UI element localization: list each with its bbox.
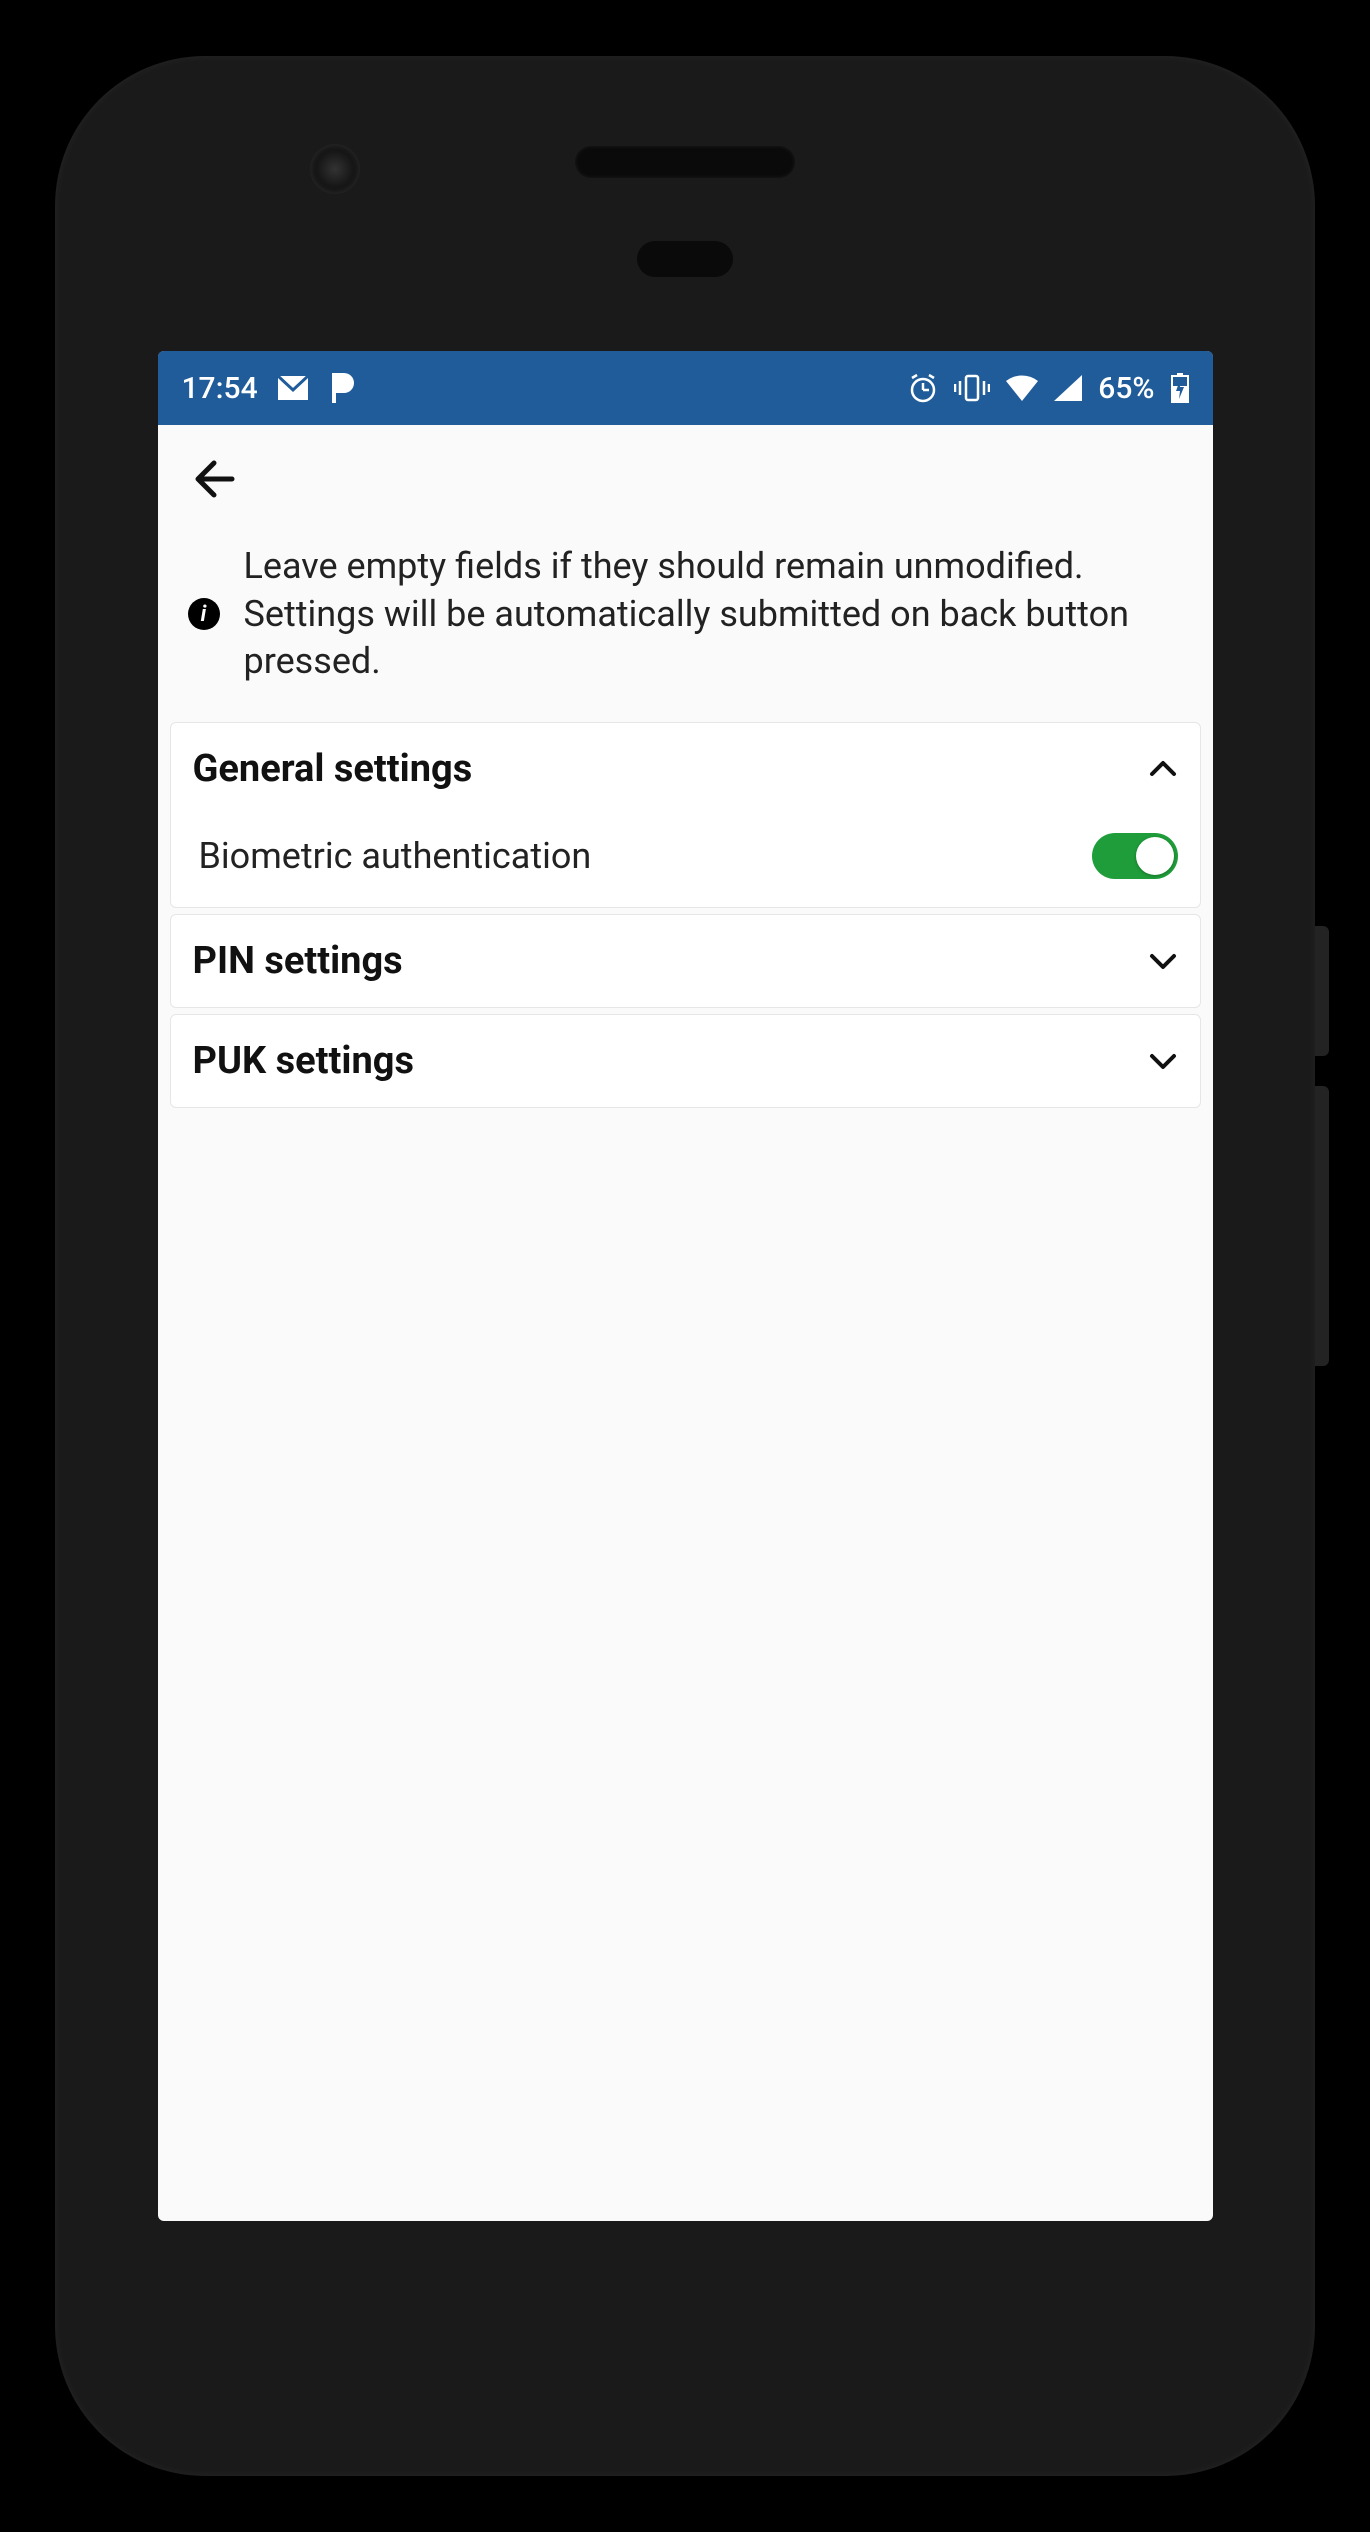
biometric-label: Biometric authentication bbox=[199, 835, 592, 877]
section-general-title: General settings bbox=[193, 747, 473, 791]
info-icon: i bbox=[188, 598, 220, 630]
section-general: General settings Biometric authenticatio… bbox=[170, 722, 1201, 908]
volume-buttons bbox=[1315, 1086, 1329, 1366]
earpiece-speaker bbox=[575, 146, 795, 178]
battery-charging-icon bbox=[1171, 373, 1189, 403]
app-bar bbox=[158, 425, 1213, 533]
section-pin-header[interactable]: PIN settings bbox=[171, 915, 1200, 1007]
battery-percent: 65% bbox=[1098, 371, 1154, 406]
section-pin: PIN settings bbox=[170, 914, 1201, 1008]
back-button[interactable] bbox=[184, 449, 244, 509]
app-content: i Leave empty fields if they should rema… bbox=[158, 425, 1213, 1108]
wifi-icon bbox=[1006, 375, 1038, 401]
power-button bbox=[1315, 926, 1329, 1056]
front-camera bbox=[310, 144, 360, 194]
chevron-up-icon bbox=[1148, 754, 1178, 784]
biometric-toggle[interactable] bbox=[1092, 833, 1178, 879]
app-notification-icon bbox=[328, 373, 354, 403]
section-puk: PUK settings bbox=[170, 1014, 1201, 1108]
mail-icon bbox=[278, 376, 308, 400]
info-banner: i Leave empty fields if they should rema… bbox=[158, 533, 1213, 716]
phone-frame: 17:54 bbox=[55, 56, 1315, 2476]
section-puk-header[interactable]: PUK settings bbox=[171, 1015, 1200, 1107]
toggle-knob bbox=[1136, 837, 1174, 875]
chevron-down-icon bbox=[1148, 1046, 1178, 1076]
vibrate-icon bbox=[954, 374, 990, 402]
row-biometric: Biometric authentication bbox=[171, 815, 1200, 907]
status-time: 17:54 bbox=[182, 371, 258, 406]
sensor-pill bbox=[637, 241, 733, 277]
info-text: Leave empty fields if they should remain… bbox=[244, 543, 1183, 686]
section-puk-title: PUK settings bbox=[193, 1039, 415, 1083]
section-general-header[interactable]: General settings bbox=[171, 723, 1200, 815]
cell-signal-icon bbox=[1054, 375, 1082, 401]
alarm-icon bbox=[908, 373, 938, 403]
chevron-down-icon bbox=[1148, 946, 1178, 976]
status-bar: 17:54 bbox=[158, 351, 1213, 425]
section-pin-title: PIN settings bbox=[193, 939, 403, 983]
screen: 17:54 bbox=[158, 351, 1213, 2221]
